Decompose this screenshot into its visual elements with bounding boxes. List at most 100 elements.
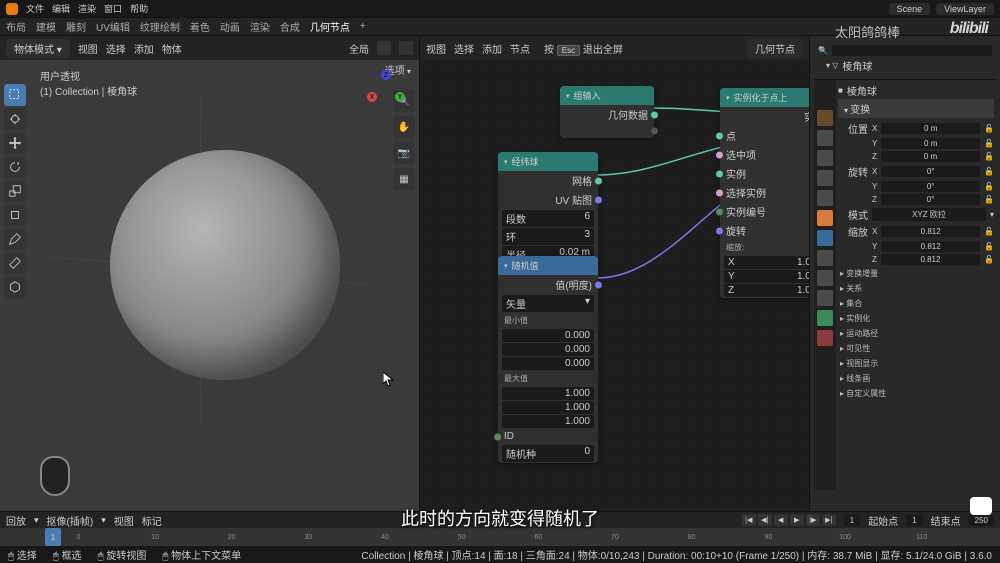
tab-geonodes[interactable]: 几何节点	[310, 19, 350, 34]
tab-uv[interactable]: UV编辑	[96, 19, 130, 34]
input-scale-x[interactable]: X1.000	[724, 256, 809, 269]
tab-material-icon[interactable]	[817, 330, 833, 346]
input-min-y[interactable]: 0.000	[502, 343, 594, 356]
prev-key-icon[interactable]: ◀|	[758, 514, 772, 526]
tab-render-icon[interactable]	[817, 110, 833, 126]
menu-render[interactable]: 渲染	[78, 2, 96, 15]
ne-menu-select[interactable]: 选择	[454, 41, 474, 56]
end-frame[interactable]: 250	[969, 515, 994, 526]
play-icon[interactable]: ▶	[790, 514, 804, 526]
mesh-icosphere[interactable]	[110, 150, 340, 380]
next-key-icon[interactable]: |▶	[806, 514, 820, 526]
tab-shading[interactable]: 着色	[190, 19, 210, 34]
node-instance-on-points[interactable]: 实例化于点上 实例 点 选中项 实例 选择实例 实例编号 旋转 缩放: X1.0…	[720, 88, 809, 298]
tab-modifier-icon[interactable]	[817, 230, 833, 246]
socket-index-in[interactable]	[716, 208, 723, 215]
loc-x[interactable]: 0 m	[881, 123, 980, 134]
outliner[interactable]: 🔍 ▾ ▽ 棱角球	[814, 40, 996, 80]
start-frame[interactable]: 1	[906, 515, 922, 526]
tab-constraints-icon[interactable]	[817, 290, 833, 306]
input-max-x[interactable]: 1.000	[502, 387, 594, 400]
rot-y[interactable]: 0°	[881, 181, 980, 192]
input-seed[interactable]: 随机种0	[502, 445, 594, 462]
input-min-z[interactable]: 0.000	[502, 357, 594, 370]
gizmo-x-icon[interactable]: X	[367, 92, 377, 102]
socket-geometry-out[interactable]	[651, 111, 658, 118]
scale-z[interactable]: 0.812	[881, 254, 980, 265]
tab-data-icon[interactable]	[817, 310, 833, 326]
loc-z[interactable]: 0 m	[881, 151, 980, 162]
scale-y[interactable]: 0.812	[881, 241, 980, 252]
object-name-field[interactable]: ■ 棱角球	[838, 82, 994, 99]
snap-icon[interactable]	[377, 41, 391, 55]
tab-output-icon[interactable]	[817, 130, 833, 146]
scale-x[interactable]: 0.812	[881, 226, 980, 237]
node-header[interactable]: 经纬球	[498, 152, 598, 171]
tool-annotate[interactable]	[4, 228, 26, 250]
proportional-icon[interactable]	[399, 41, 413, 55]
socket-value-out[interactable]	[595, 281, 602, 288]
socket-rotation-in[interactable]	[716, 227, 723, 234]
tab-world-icon[interactable]	[817, 190, 833, 206]
menu-window[interactable]: 窗口	[104, 2, 122, 15]
panel-custom-props[interactable]: 自定义属性	[838, 386, 994, 401]
jump-end-icon[interactable]: ▶|	[822, 514, 836, 526]
outliner-search[interactable]	[832, 45, 992, 56]
perspective-icon[interactable]: ▦	[393, 168, 415, 190]
panel-visibility[interactable]: 可见性	[838, 341, 994, 356]
ne-menu-view[interactable]: 视图	[426, 41, 446, 56]
play-reverse-icon[interactable]: ◀	[774, 514, 788, 526]
socket-selection-in[interactable]	[716, 151, 723, 158]
node-uvsphere[interactable]: 经纬球 网格 UV 贴图 段数6 环3 半径0.02 m	[498, 152, 598, 264]
node-header[interactable]: 组输入	[560, 86, 654, 105]
socket-instance-in[interactable]	[716, 170, 723, 177]
tab-compositing[interactable]: 合成	[280, 19, 300, 34]
node-canvas[interactable]: 组输入 几何数据 经纬球 网格 UV 贴图 段数6 环3 半径0.02 m 随机…	[420, 60, 809, 511]
tab-viewlayer-icon[interactable]	[817, 150, 833, 166]
tab-add[interactable]: +	[360, 21, 366, 32]
tab-sculpt[interactable]: 雕刻	[66, 19, 86, 34]
jump-start-icon[interactable]: |◀	[742, 514, 756, 526]
panel-collections[interactable]: 集合	[838, 296, 994, 311]
gizmo-y-icon[interactable]: Y	[395, 92, 405, 102]
node-group-input[interactable]: 组输入 几何数据	[560, 86, 654, 138]
socket-points-in[interactable]	[716, 132, 723, 139]
node-header[interactable]: 随机值	[498, 256, 598, 275]
ne-menu-node[interactable]: 节点	[510, 41, 530, 56]
datatype-dropdown[interactable]: 矢量▾	[502, 295, 594, 312]
mode-selector[interactable]: 物体模式 ▾	[6, 39, 70, 58]
input-segments[interactable]: 段数6	[502, 210, 594, 227]
vp-menu-select[interactable]: 选择	[106, 41, 126, 56]
rotation-mode[interactable]: XYZ 欧拉	[872, 208, 986, 221]
loc-y[interactable]: 0 m	[881, 138, 980, 149]
tab-modeling[interactable]: 建模	[36, 19, 56, 34]
socket-uv-out[interactable]	[595, 196, 602, 203]
node-header[interactable]: 实例化于点上	[720, 88, 809, 107]
viewlayer-selector[interactable]: ViewLayer	[936, 3, 994, 15]
input-min-x[interactable]: 0.000	[502, 329, 594, 342]
nodegroup-name[interactable]: 几何节点	[747, 39, 803, 58]
socket-id-in[interactable]	[494, 433, 501, 440]
input-rings[interactable]: 环3	[502, 228, 594, 245]
menu-help[interactable]: 帮助	[130, 2, 148, 15]
tab-object-icon[interactable]	[817, 210, 833, 226]
gizmo-z-icon[interactable]: Z	[381, 70, 391, 80]
tool-addcube[interactable]	[4, 276, 26, 298]
rot-z[interactable]: 0°	[881, 194, 980, 205]
vp-menu-view[interactable]: 视图	[78, 41, 98, 56]
panel-delta[interactable]: 变换增量	[838, 266, 994, 281]
input-scale-z[interactable]: Z1.000	[724, 284, 809, 297]
tab-layout[interactable]: 布局	[6, 19, 26, 34]
transform-panel-header[interactable]: ▾ 变换	[838, 99, 994, 118]
tool-rotate[interactable]	[4, 156, 26, 178]
input-max-z[interactable]: 1.000	[502, 415, 594, 428]
menu-edit[interactable]: 编辑	[52, 2, 70, 15]
ne-menu-add[interactable]: 添加	[482, 41, 502, 56]
input-scale-y[interactable]: Y1.000	[724, 270, 809, 283]
socket-virtual-out[interactable]	[651, 128, 658, 135]
socket-mesh-out[interactable]	[595, 177, 602, 184]
tl-marker[interactable]: 标记	[142, 513, 162, 528]
tool-cursor[interactable]	[4, 108, 26, 130]
tool-transform[interactable]	[4, 204, 26, 226]
rot-x[interactable]: 0°	[881, 166, 980, 177]
